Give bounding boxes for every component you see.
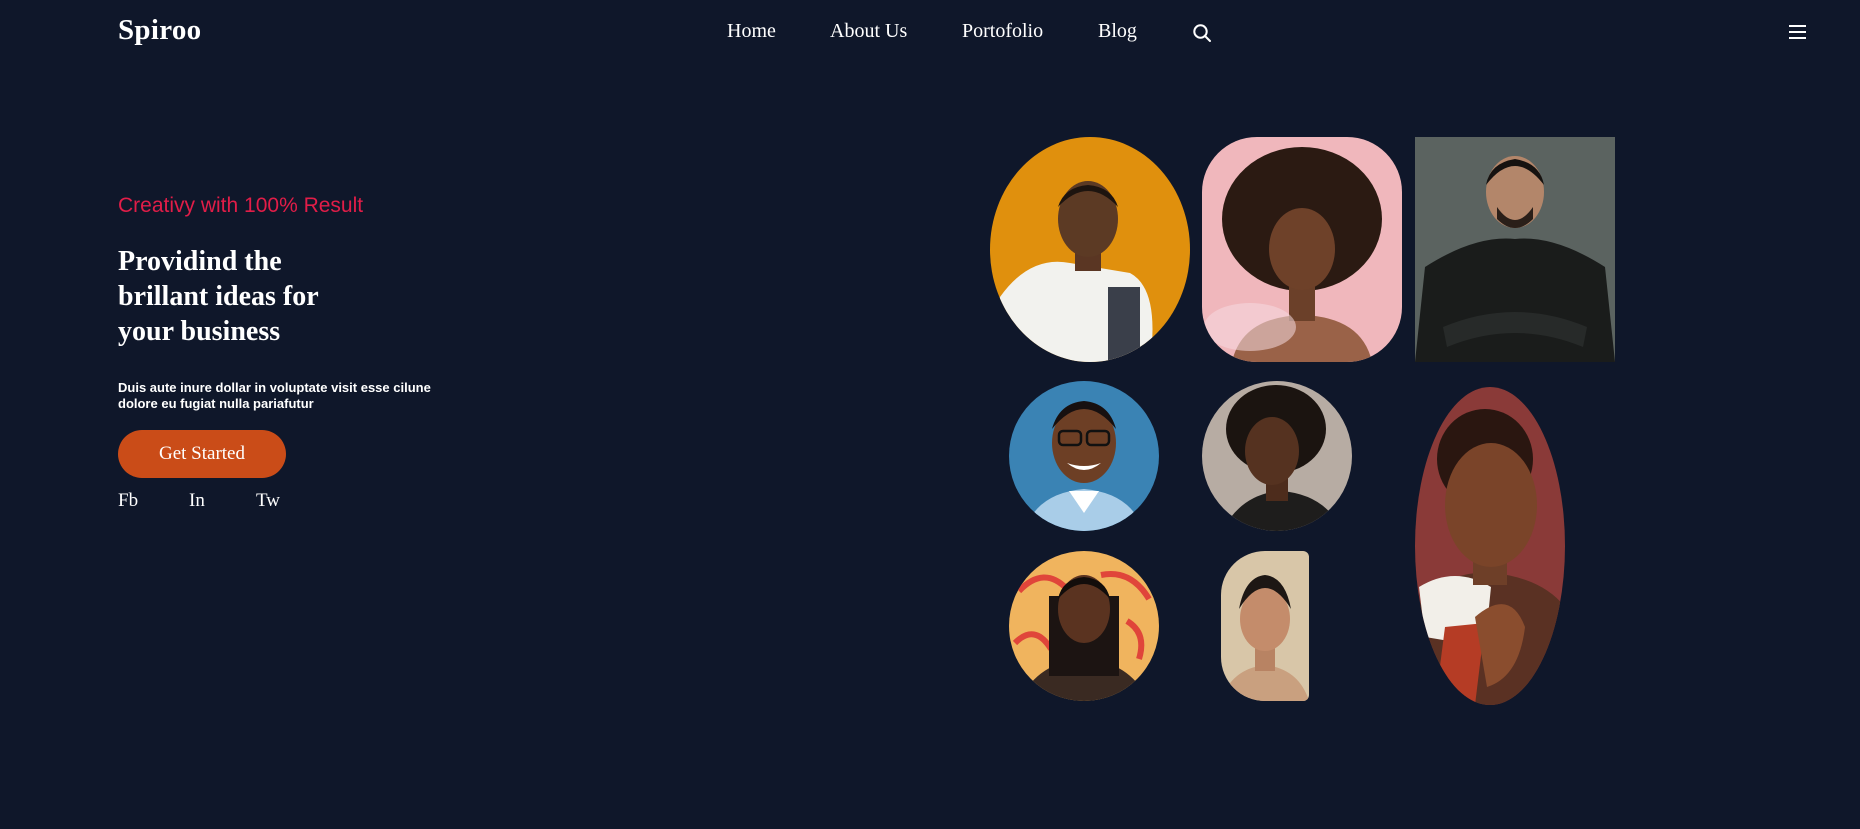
social-link-linkedin[interactable]: In	[189, 490, 205, 512]
portrait-photo	[1221, 551, 1309, 701]
nav-portofolio[interactable]: Portofolio	[962, 20, 1043, 43]
main-navigation: Home About Us Portofolio Blog	[0, 20, 1860, 46]
hero-description: Duis aute inure dollar in voluptate visi…	[118, 380, 431, 411]
search-icon[interactable]	[1192, 23, 1212, 43]
nav-home[interactable]: Home	[727, 20, 776, 43]
social-link-facebook[interactable]: Fb	[118, 490, 138, 512]
portrait-photo	[1415, 137, 1615, 362]
portrait-photo	[1009, 551, 1159, 701]
portrait-photo	[1415, 387, 1565, 705]
nav-blog[interactable]: Blog	[1098, 20, 1137, 43]
portrait-photo	[1009, 381, 1159, 531]
hamburger-menu-icon[interactable]	[1789, 24, 1806, 40]
hero-tagline: Creativy with 100% Result	[118, 194, 364, 217]
portrait-photo	[1202, 137, 1402, 362]
social-link-twitter[interactable]: Tw	[256, 490, 280, 512]
hero-headline: Providind the brillant ideas for your bu…	[118, 246, 319, 347]
nav-about-us[interactable]: About Us	[830, 20, 907, 43]
portrait-photo	[1202, 381, 1352, 531]
get-started-button[interactable]: Get Started	[118, 430, 286, 478]
portrait-photo	[990, 137, 1190, 362]
